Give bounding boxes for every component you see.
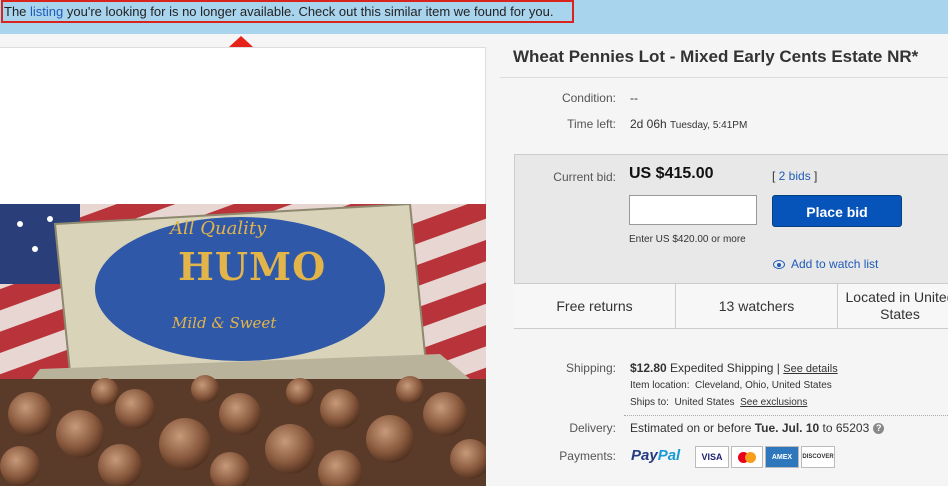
ships-to-label: Ships to: [630,397,669,408]
shipping-divider [624,415,948,416]
notice-prefix: The [4,4,31,19]
time-left-duration: 2d 06h [630,117,667,131]
ships-to: Ships to: United States See exclusions [630,397,807,408]
shipping-cost: $12.80 [630,361,667,375]
product-photo[interactable]: All Quality HUMO Mild & Sweet [0,204,486,486]
notice-text: The listing you're looking for is no lon… [4,4,554,19]
notice-suffix: you're looking for is no longer availabl… [63,4,554,19]
delivery-estimate: Estimated on or before Tue. Jul. 10 to 6… [630,421,885,435]
current-bid-amount: US $415.00 [629,165,714,182]
condition-label: Condition: [561,91,616,105]
watch-label: Add to watch list [791,257,879,271]
shipping-line: $12.80 Expedited Shipping | See details [630,361,838,375]
delivery-date: Tue. Jul. 10 [754,421,820,435]
help-icon[interactable]: ? [873,423,885,435]
ships-to-value: United States [674,397,735,408]
notice-highlight-box: The listing you're looking for is no lon… [1,0,574,23]
bid-count: [ 2 bids ] [772,169,817,183]
place-bid-button[interactable]: Place bid [772,195,902,227]
bid-count-close: ] [810,169,818,183]
paypal-logo: PayPal [631,447,680,464]
mastercard-icon [731,446,763,468]
see-exclusions-link[interactable]: See exclusions [740,397,807,408]
paypal-logo-pal: Pal [657,447,681,464]
feature-location: Located in United States [845,289,948,322]
bid-amount-input[interactable] [629,195,757,225]
time-left-end: Tuesday, 5:41PM [670,120,748,131]
delivery-prefix: Estimated on or before [630,421,755,435]
discover-icon: DISCOVER [801,446,835,468]
feature-free-returns: Free returns [514,284,676,328]
current-bid-label: Current bid: [553,170,616,184]
condition-value: -- [630,91,638,105]
eye-icon [773,260,785,270]
title-divider [500,77,948,78]
shipping-method: Expedited Shipping | [670,361,780,375]
features-row: Free returns 13 watchers Located in Unit… [514,283,948,329]
item-location-value: Cleveland, Ohio, United States [695,380,832,391]
item-location: Item location: Cleveland, Ohio, United S… [630,380,832,391]
bid-count-link[interactable]: 2 bids [779,169,811,183]
bid-count-open: [ [772,169,779,183]
time-left-value: 2d 06h Tuesday, 5:41PM [630,117,747,131]
paypal-logo-pay: Pay [631,447,658,464]
add-to-watch-list-link[interactable]: Add to watch list [773,257,878,271]
delivery-to: to 65203 [819,421,870,435]
listing-link[interactable]: listing [30,4,63,19]
tin-text-line2: Mild & Sweet [172,314,277,332]
bid-hint: Enter US $420.00 or more [629,234,746,245]
tin-text-line1: All Quality [170,218,267,239]
shipping-label: Shipping: [565,361,616,375]
visa-icon: VISA [695,446,729,468]
amex-icon: AMEX [765,446,799,468]
payments-label: Payments: [559,449,616,463]
product-image-panel[interactable]: All Quality HUMO Mild & Sweet [0,47,486,486]
item-location-label: Item location: [630,380,690,391]
feature-watchers: 13 watchers [676,284,838,328]
delivery-label: Delivery: [569,421,616,435]
see-details-link[interactable]: See details [783,363,837,375]
tin-brand: HUMO [178,244,327,289]
item-title: Wheat Pennies Lot - Mixed Early Cents Es… [513,47,919,66]
time-left-label: Time left: [567,117,616,131]
